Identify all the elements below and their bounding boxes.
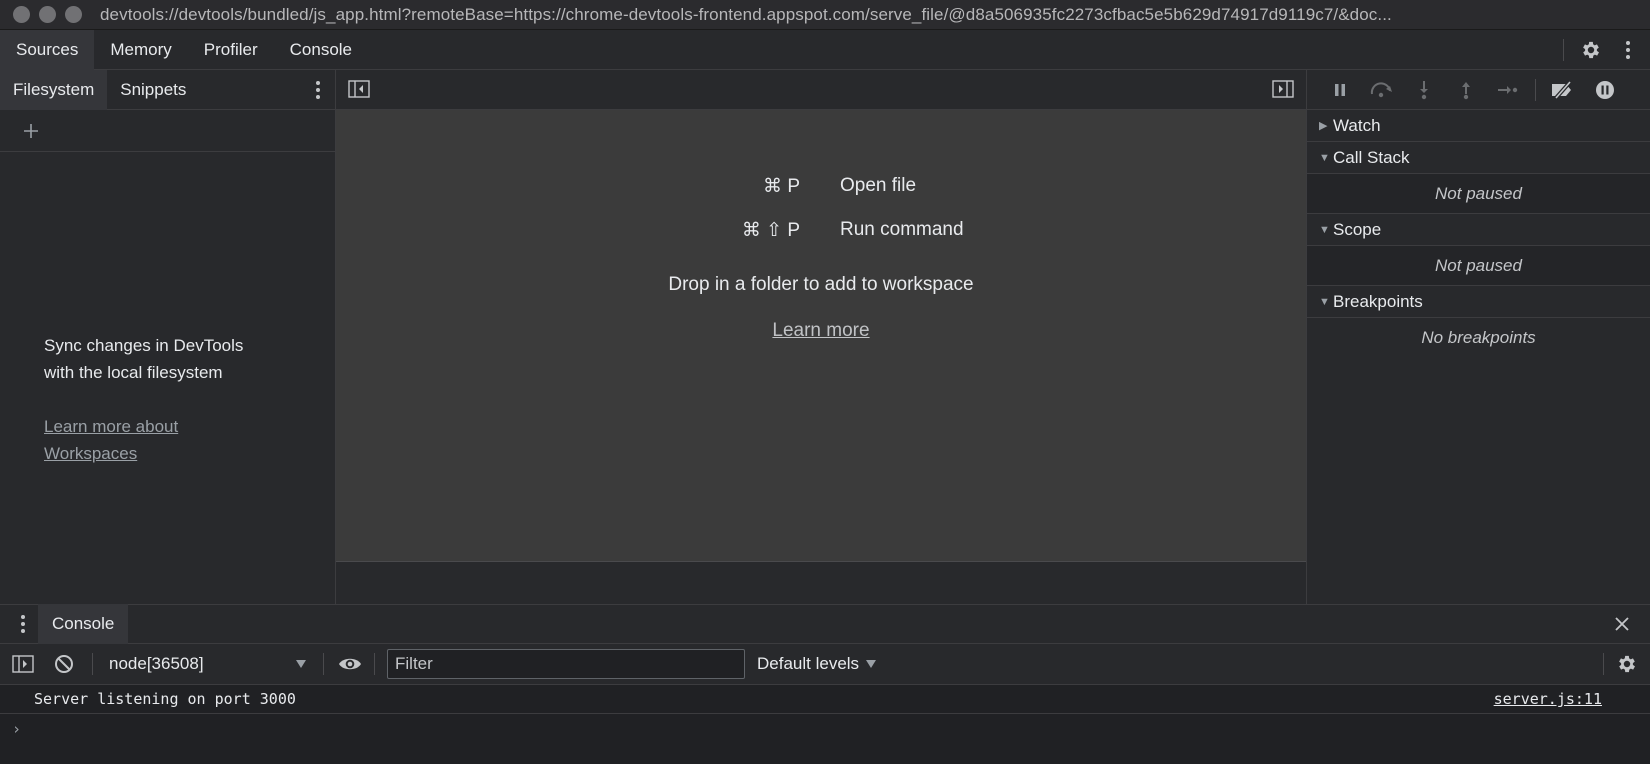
drop-folder-text: Drop in a folder to add to workspace bbox=[668, 274, 974, 295]
step-icon[interactable] bbox=[1487, 70, 1529, 110]
context-selector[interactable]: node[36508] bbox=[103, 649, 313, 679]
drawer-more-icon[interactable] bbox=[20, 614, 26, 634]
tab-filesystem[interactable]: Filesystem bbox=[0, 69, 108, 110]
scope-status: Not paused bbox=[1307, 246, 1650, 286]
add-folder-row bbox=[0, 110, 335, 152]
shortcut-action: Open file bbox=[840, 175, 917, 196]
console-message: Server listening on port 3000 server.js:… bbox=[0, 685, 1650, 714]
pane-title: Scope bbox=[1333, 219, 1382, 239]
console-prompt[interactable]: › bbox=[0, 714, 1650, 764]
watch-pane-header[interactable]: ▶ Watch bbox=[1307, 110, 1650, 142]
drawer-tab-console[interactable]: Console bbox=[38, 604, 129, 644]
learn-more-workspaces-link[interactable]: Learn more about bbox=[44, 413, 324, 440]
expanded-triangle-icon: ▼ bbox=[1319, 295, 1330, 308]
breakpoints-pane-header[interactable]: ▼ Breakpoints bbox=[1307, 286, 1650, 318]
tab-profiler[interactable]: Profiler bbox=[188, 30, 274, 70]
pause-on-exceptions-icon[interactable] bbox=[1584, 70, 1626, 110]
toggle-navigator-icon[interactable] bbox=[348, 80, 370, 98]
log-levels-dropdown[interactable]: Default levels bbox=[757, 654, 877, 674]
console-settings-gear-icon[interactable] bbox=[1616, 653, 1638, 675]
live-expression-eye-icon[interactable] bbox=[338, 656, 362, 672]
window-titlebar: devtools://devtools/bundled/js_app.html?… bbox=[0, 0, 1650, 30]
main-tab-bar: Sources Memory Profiler Console bbox=[0, 29, 1650, 70]
more-options-icon[interactable] bbox=[1618, 37, 1638, 63]
pause-icon[interactable] bbox=[1319, 70, 1361, 110]
expanded-triangle-icon: ▼ bbox=[1319, 223, 1330, 236]
workspace-empty-message: Sync changes in DevTools with the local … bbox=[44, 332, 324, 467]
pane-title: Call Stack bbox=[1333, 147, 1410, 167]
window-controls bbox=[13, 6, 82, 23]
shortcut-keys: ⌘ ⇧ P bbox=[741, 220, 800, 241]
debugger-toolbar bbox=[1307, 70, 1650, 110]
tab-console[interactable]: Console bbox=[274, 30, 368, 70]
tab-memory[interactable]: Memory bbox=[94, 30, 187, 70]
collapsed-triangle-icon: ▶ bbox=[1319, 120, 1328, 132]
editor-toolbar bbox=[336, 70, 1306, 110]
console-toolbar: node[36508] Default levels bbox=[0, 644, 1650, 685]
shortcut-keys: ⌘ P bbox=[763, 176, 800, 197]
tab-snippets[interactable]: Snippets bbox=[107, 70, 199, 110]
close-window-button[interactable] bbox=[13, 6, 30, 23]
editor-placeholder: ⌘ P Open file ⌘ ⇧ P Run command Drop in … bbox=[336, 110, 1306, 562]
call-stack-pane-header[interactable]: ▼ Call Stack bbox=[1307, 142, 1650, 174]
window-title-url: devtools://devtools/bundled/js_app.html?… bbox=[100, 4, 1392, 24]
toolbar-divider bbox=[323, 653, 324, 675]
toolbar-divider bbox=[1563, 39, 1564, 61]
pane-title: Watch bbox=[1333, 115, 1381, 135]
log-levels-label: Default levels bbox=[757, 654, 860, 673]
drawer-tab-bar: Console bbox=[0, 604, 1650, 644]
filter-input[interactable] bbox=[387, 649, 745, 679]
toolbar-divider bbox=[374, 653, 375, 675]
scope-pane-header[interactable]: ▼ Scope bbox=[1307, 214, 1650, 246]
prompt-chevron-icon: › bbox=[12, 720, 22, 738]
navigator-more-icon[interactable] bbox=[315, 80, 321, 100]
call-stack-status: Not paused bbox=[1307, 174, 1650, 214]
context-selector-value: node[36508] bbox=[109, 654, 204, 673]
sources-navigator: Filesystem Snippets Sync changes in DevT… bbox=[0, 69, 336, 604]
breakpoints-status: No breakpoints bbox=[1307, 318, 1650, 358]
toolbar-divider bbox=[1603, 653, 1604, 675]
clear-console-icon[interactable] bbox=[54, 654, 74, 674]
chevron-down-icon bbox=[865, 659, 877, 669]
step-into-icon[interactable] bbox=[1403, 70, 1445, 110]
step-over-icon[interactable] bbox=[1361, 70, 1403, 110]
toggle-debugger-icon[interactable] bbox=[1272, 80, 1294, 98]
pane-title: Breakpoints bbox=[1333, 291, 1423, 311]
editor-footer bbox=[336, 562, 1306, 604]
debugger-sidebar: ▶ Watch ▼ Call Stack Not paused ▼ Scope … bbox=[1306, 70, 1650, 604]
learn-more-workspaces-link[interactable]: Workspaces bbox=[44, 440, 324, 467]
console-message-text: Server listening on port 3000 bbox=[34, 690, 296, 708]
learn-more-link[interactable]: Learn more bbox=[772, 320, 869, 341]
console-source-link[interactable]: server.js:11 bbox=[1494, 690, 1602, 708]
expanded-triangle-icon: ▼ bbox=[1319, 151, 1330, 164]
chevron-down-icon bbox=[295, 659, 307, 669]
zoom-window-button[interactable] bbox=[65, 6, 82, 23]
toolbar-divider bbox=[92, 653, 93, 675]
settings-gear-icon[interactable] bbox=[1578, 37, 1604, 63]
navigator-tab-bar: Filesystem Snippets bbox=[0, 69, 335, 110]
learn-more-container: Learn more bbox=[336, 320, 1306, 342]
main-toolbar-right bbox=[1563, 30, 1650, 70]
add-folder-plus-icon[interactable] bbox=[23, 123, 39, 139]
shortcut-action: Run command bbox=[840, 219, 964, 240]
deactivate-breakpoints-icon[interactable] bbox=[1542, 70, 1584, 110]
workspace-message-line: with the local filesystem bbox=[44, 363, 223, 382]
minimize-window-button[interactable] bbox=[39, 6, 56, 23]
toggle-sidebar-icon[interactable] bbox=[12, 655, 34, 673]
close-drawer-icon[interactable] bbox=[1614, 616, 1630, 632]
toolbar-divider bbox=[1535, 78, 1536, 101]
step-out-icon[interactable] bbox=[1445, 70, 1487, 110]
workspace-message-line: Sync changes in DevTools bbox=[44, 336, 244, 355]
tab-sources[interactable]: Sources bbox=[0, 29, 95, 70]
